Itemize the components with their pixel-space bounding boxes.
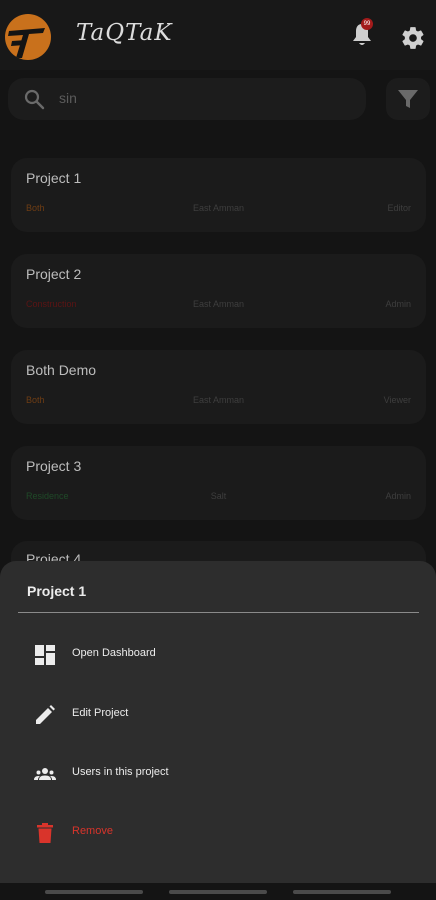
- menu-item-label: Edit Project: [72, 707, 129, 719]
- sheet-title: Project 1: [27, 583, 87, 599]
- project-card[interactable]: Both Demo Both East Amman Viewer: [11, 350, 426, 424]
- group-icon: [34, 763, 56, 785]
- settings-gear-icon[interactable]: [400, 25, 426, 51]
- users-in-project-menu-item[interactable]: Users in this project: [0, 750, 436, 800]
- project-card[interactable]: Project 2 Construction East Amman Admin: [11, 254, 426, 328]
- trash-icon: [34, 822, 56, 844]
- project-location: East Amman: [192, 395, 245, 405]
- project-title: Both Demo: [26, 362, 97, 378]
- filter-button[interactable]: [386, 78, 430, 120]
- project-location: East Amman: [192, 203, 245, 213]
- project-location: Salt: [210, 491, 227, 501]
- nav-recents-handle[interactable]: [293, 890, 391, 894]
- system-nav-bar: [0, 883, 436, 900]
- open-dashboard-menu-item[interactable]: Open Dashboard: [0, 631, 436, 681]
- nav-home-handle[interactable]: [169, 890, 267, 894]
- app-title: TaQTaK: [76, 20, 173, 46]
- app-logo: [5, 14, 51, 60]
- menu-item-label: Users in this project: [72, 766, 169, 778]
- search-bar[interactable]: sin: [8, 78, 366, 120]
- filter-icon: [398, 90, 418, 108]
- project-title: Project 2: [26, 266, 82, 282]
- project-location: East Amman: [192, 299, 245, 309]
- divider: [18, 612, 419, 613]
- dashboard-icon: [34, 644, 56, 666]
- notification-badge: 99: [361, 18, 373, 30]
- project-actions-sheet: Project 1 Open Dashboard Edit Project Us…: [0, 561, 436, 883]
- edit-project-menu-item[interactable]: Edit Project: [0, 691, 436, 741]
- pencil-icon: [34, 704, 56, 726]
- menu-item-label: Remove: [72, 825, 113, 837]
- nav-back-handle[interactable]: [45, 890, 143, 894]
- remove-menu-item[interactable]: Remove: [0, 809, 436, 859]
- project-card[interactable]: Project 3 Residence Salt Admin: [11, 446, 426, 520]
- menu-item-label: Open Dashboard: [72, 647, 156, 659]
- search-input[interactable]: sin: [59, 90, 77, 106]
- project-title: Project 1: [26, 170, 82, 186]
- search-icon: [22, 87, 46, 111]
- project-card[interactable]: Project 1 Both East Amman Editor: [11, 158, 426, 232]
- project-title: Project 3: [26, 458, 82, 474]
- app-header: TaQTaK 99: [0, 0, 436, 70]
